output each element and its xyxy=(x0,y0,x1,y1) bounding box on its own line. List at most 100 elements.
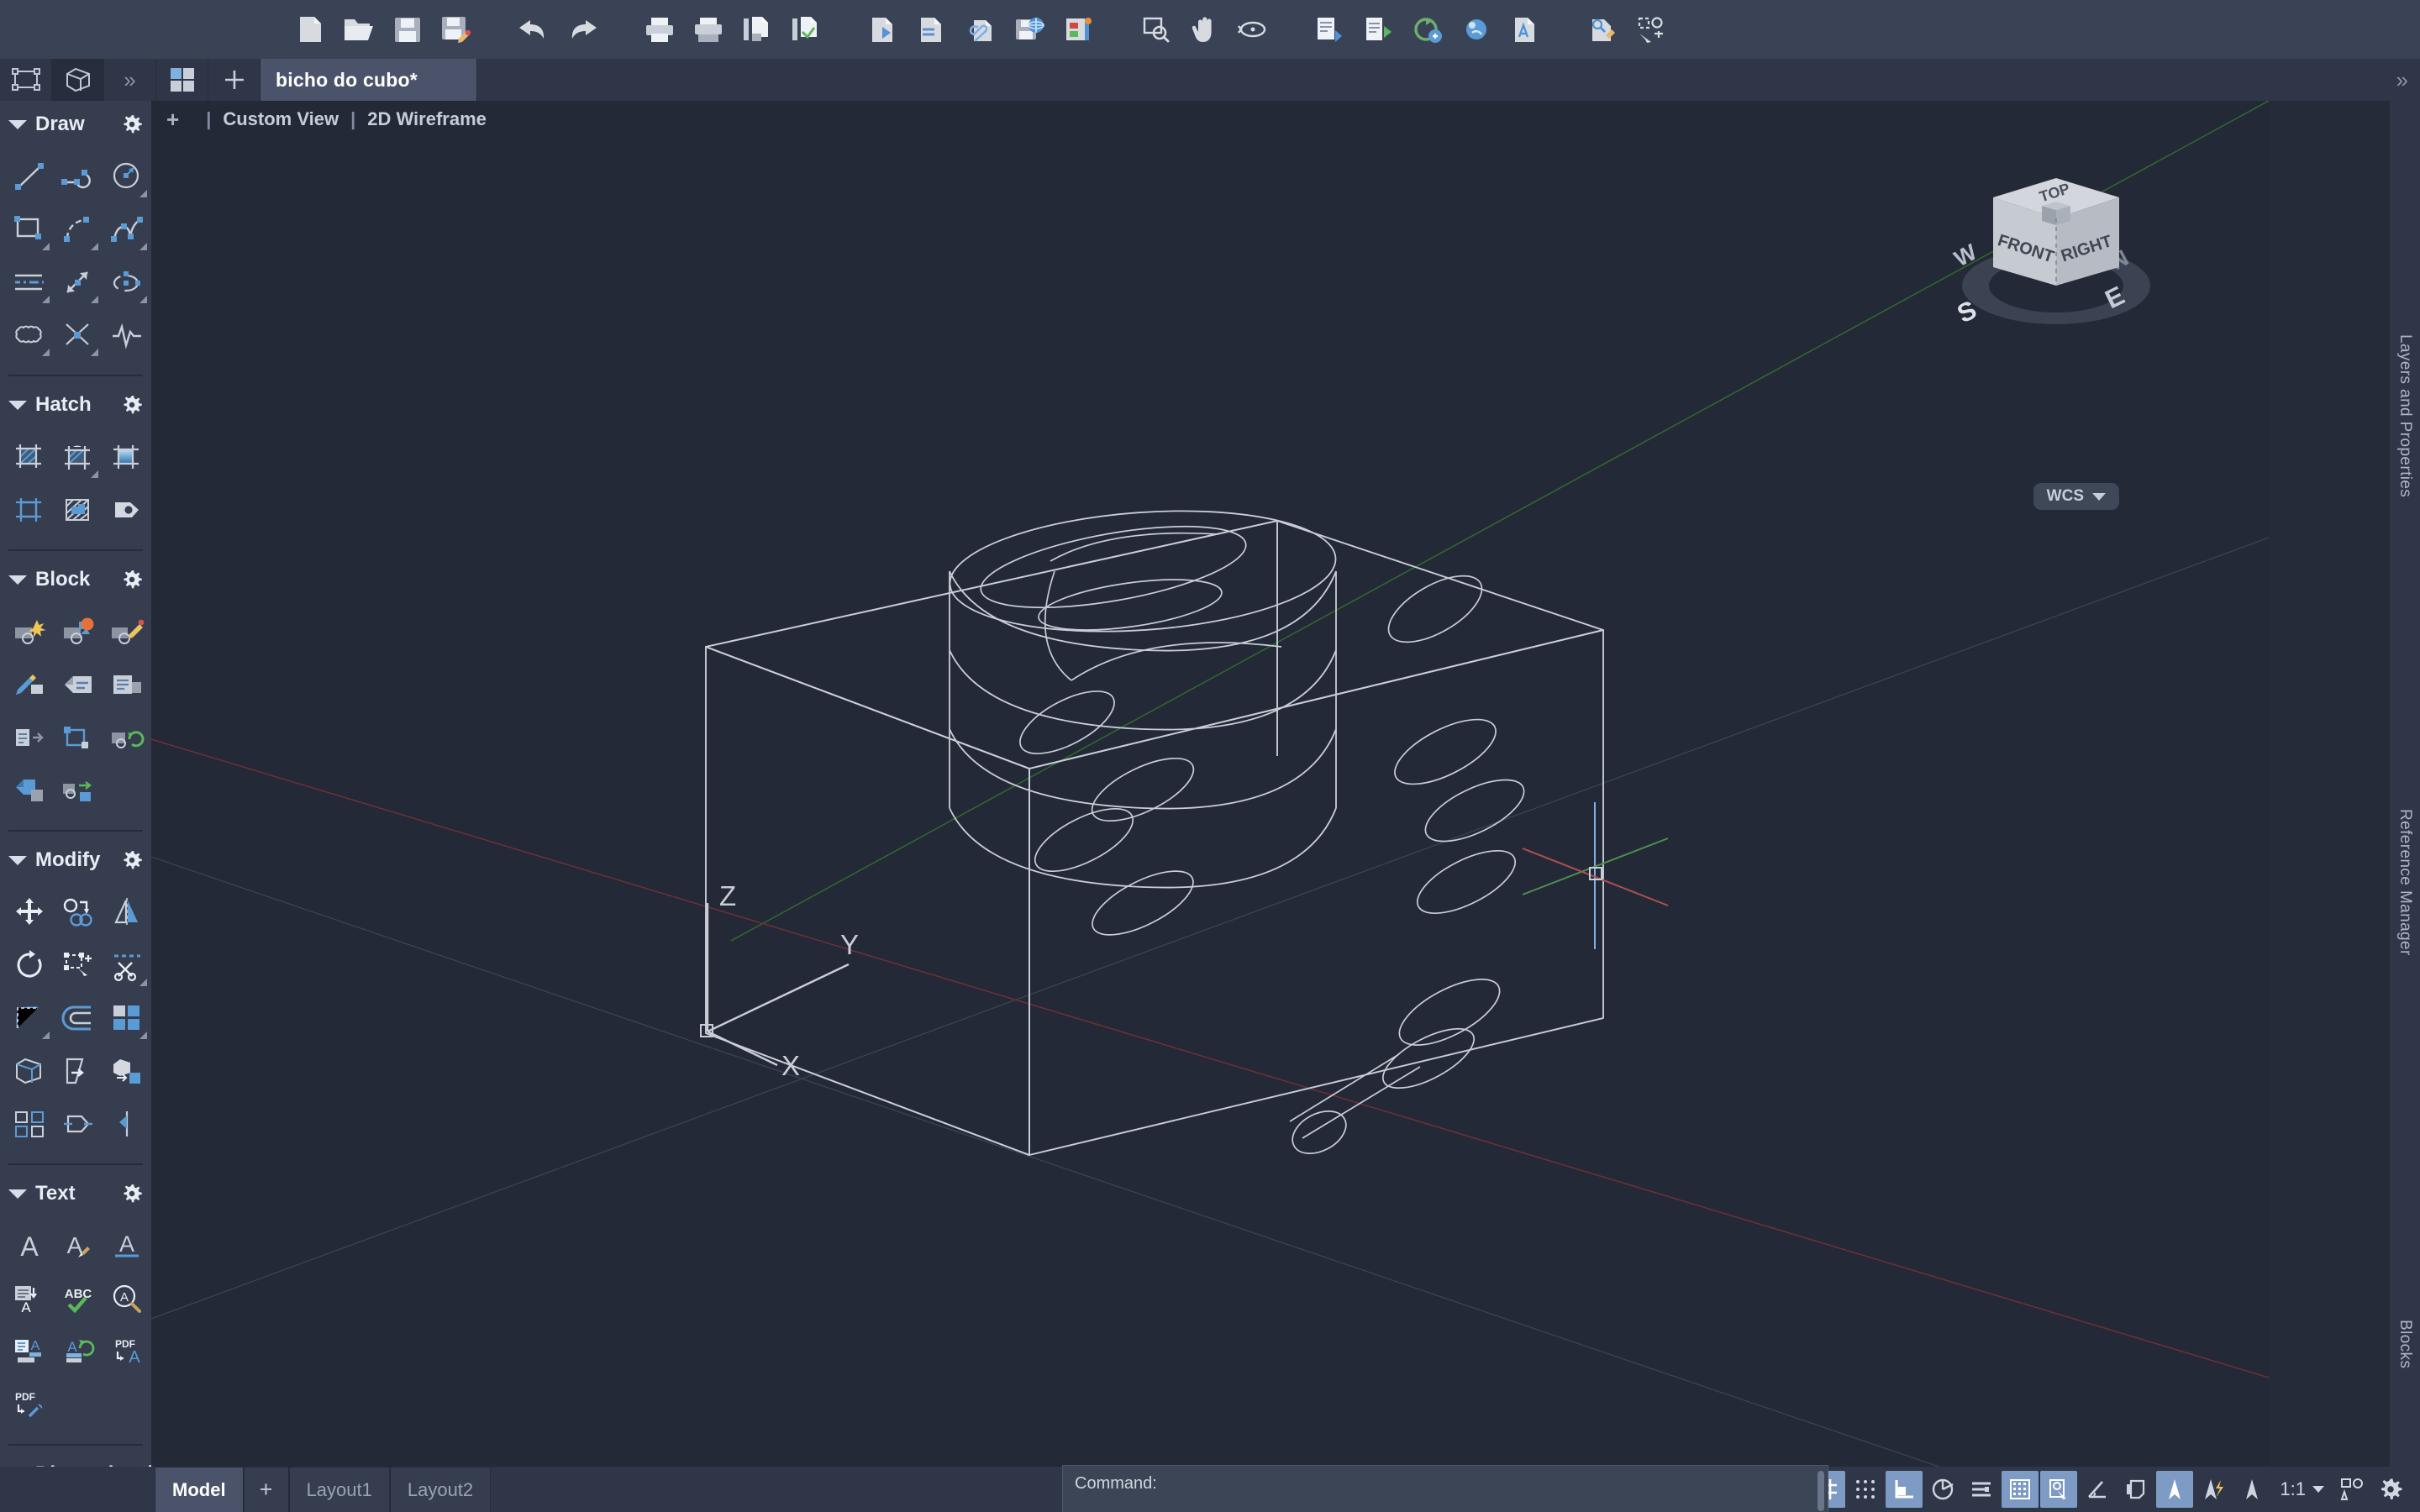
export-pdf-icon[interactable] xyxy=(859,5,908,54)
dynamic-ucs-toggle[interactable] xyxy=(2079,1471,2116,1508)
explode-tool[interactable] xyxy=(5,1097,54,1150)
customization-gear-icon[interactable] xyxy=(2372,1471,2409,1508)
gear-icon[interactable] xyxy=(121,849,143,871)
line-tool[interactable] xyxy=(5,150,54,202)
align-tool[interactable] xyxy=(103,1097,151,1150)
mirror-tool[interactable] xyxy=(103,885,151,938)
palette-header-hatch[interactable]: Hatch xyxy=(0,385,151,425)
pdf-text-tool[interactable]: PDF A xyxy=(103,1325,151,1378)
array-tool[interactable] xyxy=(103,991,151,1044)
model-tab[interactable]: Model xyxy=(155,1467,244,1512)
palette-header-block[interactable]: Block xyxy=(0,559,151,600)
spell-check-tool[interactable]: ABC xyxy=(54,1272,103,1325)
view-cube[interactable]: W N S E TOP FRONT RIGHT xyxy=(1943,160,2170,370)
viewport-controls-icon[interactable]: + xyxy=(166,107,179,133)
zoom-window-icon[interactable] xyxy=(1131,5,1180,54)
stretch-tool[interactable] xyxy=(54,1097,103,1150)
viewport-view-name[interactable]: Custom View xyxy=(223,108,339,130)
write-block-tool[interactable] xyxy=(5,711,54,764)
file-tab-active[interactable]: bicho do cubo* xyxy=(260,59,477,101)
attach-image-icon[interactable] xyxy=(956,5,1005,54)
reference-manager-panel[interactable]: Reference Manager xyxy=(2390,739,2420,1025)
pan-hand-icon[interactable] xyxy=(1180,5,1228,54)
flyout-arrow-icon[interactable] xyxy=(83,470,98,478)
model-space-tab-icon[interactable] xyxy=(0,59,52,101)
orbit-icon[interactable] xyxy=(1228,5,1277,54)
object-snap-toggle[interactable] xyxy=(2002,1471,2039,1508)
measure-tool-icon[interactable] xyxy=(1578,5,1627,54)
region-tool[interactable] xyxy=(54,483,103,536)
3d-view-tab-icon[interactable] xyxy=(52,59,104,101)
update-text-tool[interactable]: A xyxy=(54,1325,103,1378)
open-folder-icon[interactable] xyxy=(334,5,383,54)
quick-select-icon[interactable] xyxy=(1627,5,1676,54)
plot-preview-icon[interactable] xyxy=(781,5,830,54)
create-block-tool[interactable] xyxy=(54,605,103,658)
hatch-edit-tool[interactable] xyxy=(54,430,103,483)
polyline-tool[interactable] xyxy=(54,150,103,202)
collapse-caret-icon[interactable] xyxy=(8,575,27,585)
manage-attributes-tool[interactable] xyxy=(103,658,151,711)
collapse-caret-icon[interactable] xyxy=(8,1189,27,1199)
palette-header-modify[interactable]: Modify xyxy=(0,840,151,880)
text-style-tool[interactable]: A xyxy=(54,1219,103,1272)
tabbar-collapse-icon[interactable]: » xyxy=(2396,59,2420,101)
polar-tracking-toggle[interactable] xyxy=(1924,1471,1961,1508)
point-tool[interactable] xyxy=(54,308,103,361)
batch-plot-icon[interactable] xyxy=(1054,5,1102,54)
new-tab-plus-icon[interactable] xyxy=(208,59,260,101)
compare-dwg-icon[interactable] xyxy=(1501,5,1549,54)
flyout-arrow-icon[interactable] xyxy=(34,296,50,303)
layers-and-properties-panel[interactable]: Layers and Properties xyxy=(2390,252,2420,580)
selection-cycling-toggle[interactable] xyxy=(2040,1471,2078,1508)
flyout-arrow-icon[interactable] xyxy=(34,243,50,250)
circle-tool[interactable] xyxy=(103,150,151,202)
annotation-visibility-toggle[interactable] xyxy=(2233,1471,2270,1508)
single-line-text-tool[interactable]: A xyxy=(5,1219,54,1272)
block-editor-tool[interactable] xyxy=(103,605,151,658)
ellipse-tool[interactable] xyxy=(103,255,151,308)
object-snap-tracking-toggle[interactable] xyxy=(1963,1471,2000,1508)
spline-tool[interactable] xyxy=(103,202,151,255)
viewport-visual-style[interactable]: 2D Wireframe xyxy=(367,108,487,130)
plot-icon[interactable] xyxy=(684,5,733,54)
multiline-text-tool[interactable]: A xyxy=(5,1272,54,1325)
publish-icon[interactable] xyxy=(1005,5,1054,54)
block-library-tool[interactable] xyxy=(5,764,54,816)
underline-text-tool[interactable]: A xyxy=(103,1219,151,1272)
palette-header-draw[interactable]: Draw xyxy=(0,104,151,144)
gear-icon[interactable] xyxy=(121,569,143,591)
boundary-tool[interactable] xyxy=(5,483,54,536)
rotate-tool[interactable] xyxy=(5,938,54,991)
layout2-tab[interactable]: Layout2 xyxy=(389,1467,492,1512)
annotation-scale-selector[interactable]: 1:1 xyxy=(2271,1478,2333,1500)
construction-line-tool[interactable] xyxy=(5,255,54,308)
define-attribute-tool[interactable] xyxy=(5,658,54,711)
edit-attribute-tool[interactable] xyxy=(54,658,103,711)
gradient-tool[interactable] xyxy=(103,430,151,483)
layout-grid-icon[interactable] xyxy=(156,59,208,101)
revision-cloud-tool[interactable] xyxy=(5,308,54,361)
ray-tool[interactable] xyxy=(54,255,103,308)
flyout-arrow-icon[interactable] xyxy=(132,1032,147,1039)
copy-tool[interactable] xyxy=(54,885,103,938)
flyout-arrow-icon[interactable] xyxy=(83,243,98,250)
flyout-arrow-icon[interactable] xyxy=(83,296,98,303)
command-history-scrollbar[interactable] xyxy=(1818,1471,1824,1511)
snap-mode-toggle[interactable] xyxy=(1847,1471,1884,1508)
undo-icon[interactable] xyxy=(509,5,558,54)
replace-block-tool[interactable] xyxy=(54,764,103,816)
page-setup-icon[interactable] xyxy=(733,5,781,54)
wcs-selector[interactable]: WCS xyxy=(2033,483,2119,510)
move-tool[interactable] xyxy=(5,885,54,938)
redo-icon[interactable] xyxy=(558,5,607,54)
pdf-tools-tool[interactable]: PDF xyxy=(5,1378,54,1431)
solid-edit-tool[interactable] xyxy=(103,1044,151,1097)
workspace-switching-icon[interactable] xyxy=(2333,1471,2370,1508)
gear-icon[interactable] xyxy=(121,113,143,135)
hatch-tool[interactable] xyxy=(5,430,54,483)
flyout-arrow-icon[interactable] xyxy=(34,349,50,356)
transparency-toggle[interactable] xyxy=(2195,1471,2232,1508)
export-dwf-icon[interactable] xyxy=(908,5,956,54)
find-text-tool[interactable]: A xyxy=(103,1272,151,1325)
